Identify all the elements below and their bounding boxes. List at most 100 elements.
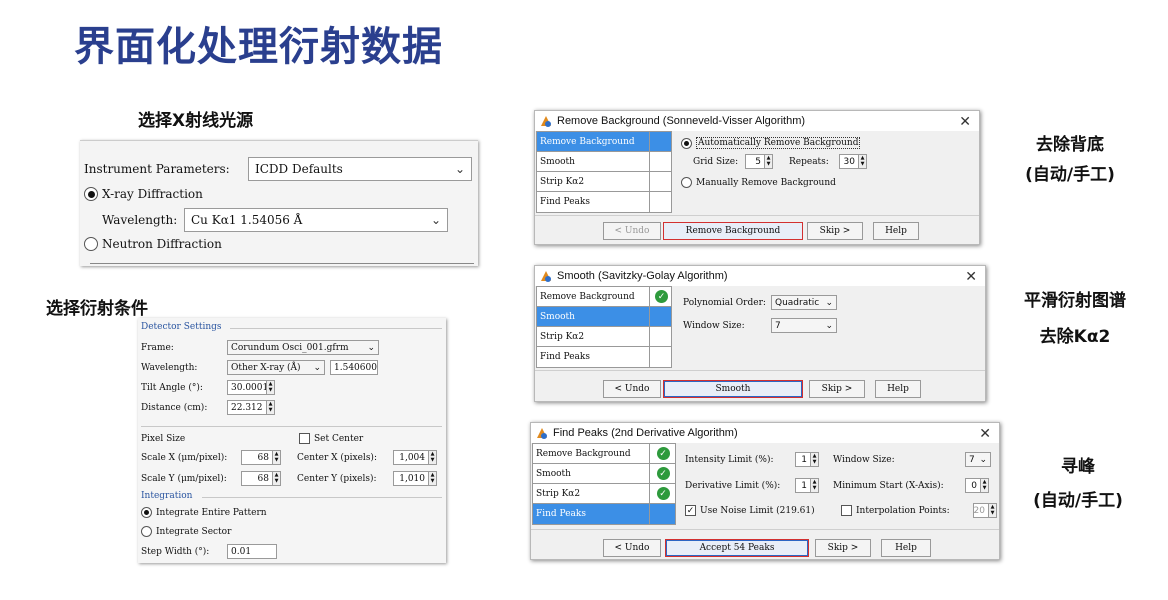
step-smooth[interactable]: Smooth bbox=[537, 152, 671, 172]
app-icon bbox=[539, 114, 553, 128]
instrument-params-value: ICDD Defaults bbox=[255, 162, 343, 176]
integrate-entire-label: Integrate Entire Pattern bbox=[156, 507, 267, 518]
manual-remove-label: Manually Remove Background bbox=[696, 177, 836, 188]
min-start-stepper[interactable]: ▲ ▼ bbox=[980, 478, 989, 493]
step-find-peaks[interactable]: Find Peaks bbox=[537, 347, 671, 367]
manual-remove-radio[interactable] bbox=[681, 177, 692, 188]
step-label: Find Peaks bbox=[536, 509, 586, 519]
accept-peaks-button[interactable]: Accept 54 Peaks bbox=[665, 539, 809, 557]
step-width-input[interactable]: 0.01 bbox=[227, 544, 277, 559]
noise-limit-checkbox[interactable]: ✓ bbox=[685, 505, 696, 516]
frame-select[interactable]: Corundum Osci_001.gfrm ⌄ bbox=[227, 340, 379, 355]
step-remove-background[interactable]: Remove Background ✓ bbox=[537, 287, 671, 307]
step-find-peaks[interactable]: Find Peaks bbox=[537, 192, 671, 212]
window-size-select[interactable]: 7 ⌄ bbox=[771, 318, 837, 333]
center-y-stepper[interactable]: ▲ ▼ bbox=[428, 471, 437, 486]
step-smooth[interactable]: Smooth ✓ bbox=[533, 464, 675, 484]
step-label: Find Peaks bbox=[540, 197, 590, 207]
integrate-sector-radio[interactable] bbox=[141, 526, 152, 537]
check-icon: ✓ bbox=[655, 290, 668, 303]
step-list: Remove Background ✓ Smooth ✓ Strip Kα2 ✓ Fi… bbox=[532, 443, 676, 525]
step-strip-ka2[interactable]: Strip Kα2 bbox=[537, 172, 671, 192]
step-remove-background[interactable]: Remove Background ✓ bbox=[533, 444, 675, 464]
caption-peaks-line1: 寻峰 bbox=[1061, 457, 1095, 477]
step-remove-background[interactable]: Remove Background bbox=[537, 132, 671, 152]
undo-button[interactable]: < Undo bbox=[603, 222, 661, 240]
neutron-radio[interactable] bbox=[84, 237, 98, 251]
help-button[interactable]: Help bbox=[881, 539, 931, 557]
grid-size-input[interactable]: 5 bbox=[745, 154, 765, 169]
caption-background-line1: 去除背底 bbox=[1036, 135, 1104, 155]
frame-label: Frame: bbox=[141, 342, 174, 353]
noise-limit-label: Use Noise Limit (219.61) bbox=[700, 505, 815, 516]
scale-x-input[interactable]: 68 bbox=[241, 450, 273, 465]
repeats-stepper[interactable]: ▲ ▼ bbox=[858, 154, 867, 169]
skip-button[interactable]: Skip > bbox=[809, 380, 865, 398]
center-x-input[interactable]: 1,004 bbox=[393, 450, 429, 465]
close-icon[interactable]: ✕ bbox=[965, 268, 981, 285]
tilt-input[interactable]: 30.0001 bbox=[227, 380, 268, 395]
wavelength-select[interactable]: Cu Kα1 1.54056 Å ⌄ bbox=[184, 208, 448, 232]
step-label: Remove Background bbox=[536, 448, 631, 459]
interpolation-checkbox[interactable] bbox=[841, 505, 852, 516]
min-start-label: Minimum Start (X-Axis): bbox=[833, 480, 944, 491]
tilt-stepper[interactable]: ▲ ▼ bbox=[266, 380, 275, 395]
step-smooth[interactable]: Smooth bbox=[537, 307, 671, 327]
step-strip-ka2[interactable]: Strip Kα2 ✓ bbox=[533, 484, 675, 504]
scale-y-stepper[interactable]: ▲ ▼ bbox=[272, 471, 281, 486]
divider bbox=[535, 370, 985, 371]
distance-input[interactable]: 22.312 bbox=[227, 400, 267, 415]
step-find-peaks[interactable]: Find Peaks bbox=[533, 504, 675, 524]
undo-button[interactable]: < Undo bbox=[603, 539, 661, 557]
auto-remove-radio[interactable] bbox=[681, 137, 692, 149]
title-bar: Smooth (Savitzky-Golay Algorithm) ✕ bbox=[535, 266, 985, 286]
find-peaks-dialog: Find Peaks (2nd Derivative Algorithm) ✕ … bbox=[530, 422, 1000, 560]
intensity-limit-stepper[interactable]: ▲ ▼ bbox=[810, 452, 819, 467]
chevron-down-icon: ⌄ bbox=[825, 320, 833, 331]
derivative-limit-stepper[interactable]: ▲ ▼ bbox=[810, 478, 819, 493]
xray-radio[interactable] bbox=[84, 187, 98, 201]
check-icon: ✓ bbox=[656, 467, 670, 480]
step-label: Remove Background bbox=[540, 136, 635, 147]
undo-button[interactable]: < Undo bbox=[603, 380, 661, 398]
repeats-label: Repeats: bbox=[789, 156, 829, 167]
step-label: Smooth bbox=[540, 311, 575, 322]
min-start-input[interactable]: 0 bbox=[965, 478, 981, 493]
derivative-limit-input[interactable]: 1 bbox=[795, 478, 811, 493]
interpolation-input[interactable]: 20 bbox=[973, 503, 989, 518]
peaks-window-select[interactable]: 7 ⌄ bbox=[965, 452, 991, 467]
close-icon[interactable]: ✕ bbox=[979, 425, 995, 442]
instrument-params-select[interactable]: ICDD Defaults ⌄ bbox=[248, 157, 472, 181]
integration-section-title: Integration bbox=[141, 491, 193, 501]
scale-y-input[interactable]: 68 bbox=[241, 471, 273, 486]
center-x-stepper[interactable]: ▲ ▼ bbox=[428, 450, 437, 465]
center-y-input[interactable]: 1,010 bbox=[393, 471, 429, 486]
integrate-entire-radio[interactable] bbox=[141, 507, 152, 518]
intensity-limit-input[interactable]: 1 bbox=[795, 452, 811, 467]
det-wavelength-input[interactable]: 1.540600 bbox=[330, 360, 378, 375]
skip-button[interactable]: Skip > bbox=[807, 222, 863, 240]
distance-stepper[interactable]: ▲ ▼ bbox=[266, 400, 275, 415]
poly-order-select[interactable]: Quadratic ⌄ bbox=[771, 295, 837, 310]
skip-button[interactable]: Skip > bbox=[815, 539, 871, 557]
interpolation-stepper[interactable]: ▲ ▼ bbox=[988, 503, 997, 518]
scale-x-stepper[interactable]: ▲ ▼ bbox=[272, 450, 281, 465]
step-label: Smooth bbox=[540, 156, 575, 167]
repeats-input[interactable]: 30 bbox=[839, 154, 859, 169]
close-icon[interactable]: ✕ bbox=[959, 113, 975, 130]
step-strip-ka2[interactable]: Strip Kα2 bbox=[537, 327, 671, 347]
det-wavelength-select[interactable]: Other X-ray (Å) ⌄ bbox=[227, 360, 325, 375]
smooth-button[interactable]: Smooth bbox=[663, 380, 803, 398]
help-button[interactable]: Help bbox=[875, 380, 921, 398]
instrument-panel: Instrument Parameters: ICDD Defaults ⌄ X… bbox=[80, 140, 478, 266]
derivative-limit-label: Derivative Limit (%): bbox=[685, 480, 781, 491]
remove-background-button[interactable]: Remove Background bbox=[663, 222, 803, 240]
help-button[interactable]: Help bbox=[873, 222, 919, 240]
grid-size-stepper[interactable]: ▲ ▼ bbox=[764, 154, 773, 169]
title-bar: Find Peaks (2nd Derivative Algorithm) ✕ bbox=[531, 423, 999, 443]
app-icon bbox=[535, 426, 549, 440]
caption-background-line2: (自动/手工) bbox=[1025, 165, 1115, 185]
det-wavelength-label: Wavelength: bbox=[141, 362, 198, 373]
set-center-checkbox[interactable] bbox=[299, 433, 310, 444]
divider bbox=[531, 529, 999, 530]
